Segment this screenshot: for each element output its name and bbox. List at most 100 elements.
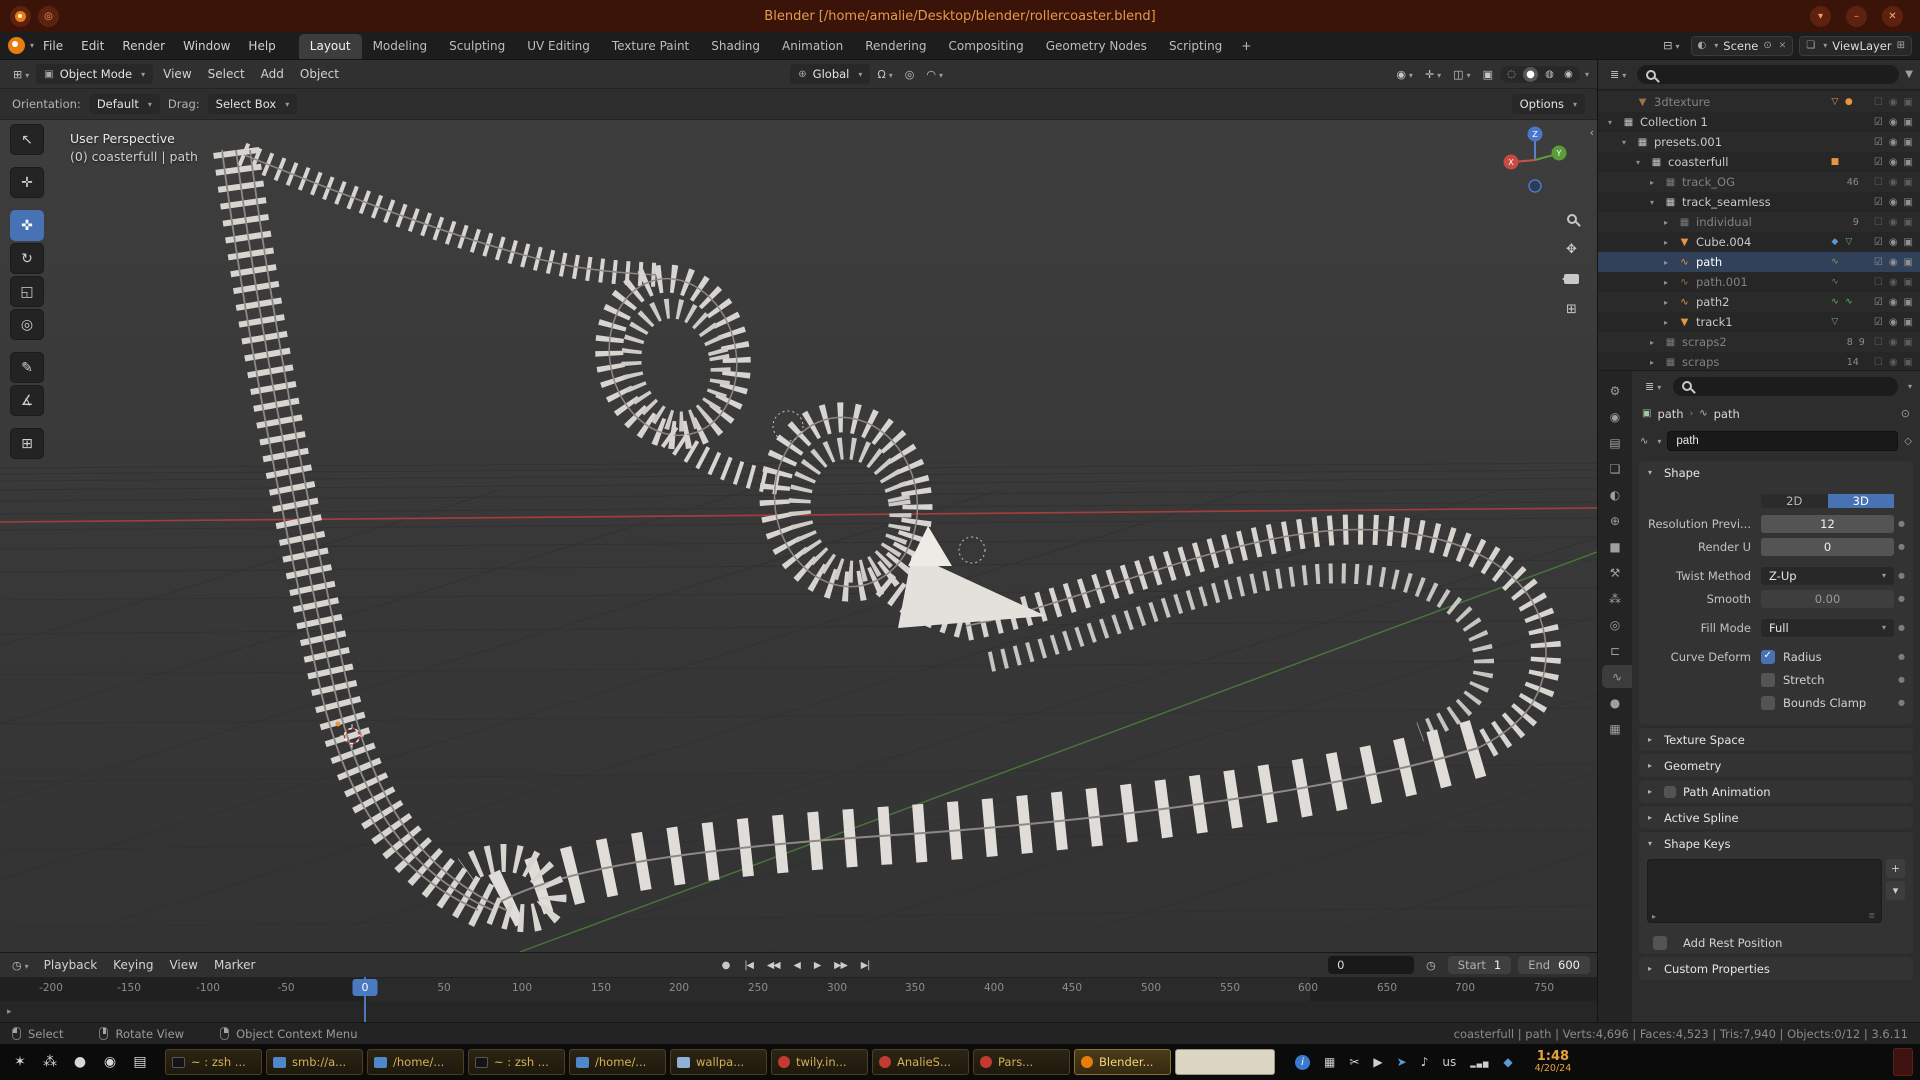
camera-toggle-icon[interactable] xyxy=(1904,237,1913,248)
checkbox-toggle-icon[interactable] xyxy=(1874,357,1883,368)
expand-arrow-icon[interactable]: ▸ xyxy=(1664,318,1677,327)
menu-keying[interactable]: Keying xyxy=(105,955,161,975)
tab-constraints[interactable]: ⊏ xyxy=(1598,639,1632,662)
tab-material[interactable]: ● xyxy=(1598,691,1632,714)
pin-icon[interactable]: ⊙ xyxy=(1763,40,1771,51)
expand-arrow-icon[interactable]: ▸ xyxy=(1664,298,1677,307)
expand-arrow-icon[interactable]: ▸ xyxy=(1650,358,1663,367)
fill-mode-dropdown[interactable]: Full▾ xyxy=(1761,619,1894,637)
end-frame-field[interactable]: End600 xyxy=(1518,956,1590,974)
mode-dropdown[interactable]: ▣ Object Mode▾ xyxy=(36,64,153,84)
tab-output[interactable]: ▤ xyxy=(1598,431,1632,454)
window-rollup-button[interactable]: ▾ xyxy=(1810,6,1831,27)
launcher-files[interactable]: ▤ xyxy=(127,1049,153,1075)
gizmos-icon[interactable]: ✛▾ xyxy=(1420,66,1446,83)
custom-properties-panel[interactable]: ▸ Custom Properties xyxy=(1639,957,1913,980)
menu-playback[interactable]: Playback xyxy=(36,955,106,975)
outliner-row-path[interactable]: ▸ path xyxy=(1598,252,1920,272)
outliner-row-path2[interactable]: ▸ path2 xyxy=(1598,292,1920,312)
menu-select[interactable]: Select xyxy=(200,64,253,84)
panel-texture-space[interactable]: ▸ Texture Space xyxy=(1639,728,1913,751)
twist-method-dropdown[interactable]: Z-Up▾ xyxy=(1761,567,1894,585)
outliner-row-presets-001[interactable]: ▾ presets.001 xyxy=(1598,132,1920,152)
tab-modifiers[interactable]: ⚒ xyxy=(1598,561,1632,584)
snap-magnet-icon[interactable]: Ω▾ xyxy=(872,66,897,83)
navigation-gizmo[interactable]: Z X Y xyxy=(1497,122,1573,198)
taskbar-window-wallpaper[interactable]: wallpa... xyxy=(670,1049,767,1075)
eye-toggle-icon[interactable] xyxy=(1889,137,1898,148)
camera-toggle-icon[interactable] xyxy=(1904,177,1913,188)
tool-measure[interactable]: ∡ xyxy=(10,385,44,416)
overlays-icon[interactable]: ◫▾ xyxy=(1448,66,1475,83)
animate-dot[interactable]: ● xyxy=(1894,519,1909,528)
menu-add[interactable]: Add xyxy=(253,64,292,84)
tab-uv-editing[interactable]: UV Editing xyxy=(516,34,601,59)
timeline-channel-strip[interactable]: ▸ xyxy=(0,1001,1597,1022)
breadcrumb-data[interactable]: path xyxy=(1714,407,1740,421)
list-filter-arrow-icon[interactable]: ▸ xyxy=(1652,912,1656,921)
drag-dropdown[interactable]: Select Box▾ xyxy=(208,94,298,114)
expand-arrow-icon[interactable]: ▾ xyxy=(1608,118,1621,127)
frame-ruler[interactable]: -200-150-100-500501001502002503003504004… xyxy=(0,977,1597,1001)
tool-annotate[interactable]: ✎ xyxy=(10,352,44,383)
outliner-row-scraps[interactable]: ▸ scraps 14 xyxy=(1598,352,1920,370)
blender-menu-logo-icon[interactable] xyxy=(8,37,25,54)
resolution-preview-field[interactable]: 12 xyxy=(1761,515,1894,533)
eye-toggle-icon[interactable] xyxy=(1889,337,1898,348)
tab-scene[interactable]: ◐ xyxy=(1598,483,1632,506)
expand-arrow-icon[interactable]: ▾ xyxy=(1650,198,1663,207)
outliner-row-collection-1[interactable]: ▾ Collection 1 xyxy=(1598,112,1920,132)
animate-dot[interactable]: ● xyxy=(1894,542,1909,551)
eye-toggle-icon[interactable] xyxy=(1889,317,1898,328)
2d-button[interactable]: 2D xyxy=(1761,494,1828,508)
checkbox-toggle-icon[interactable] xyxy=(1874,237,1883,248)
expand-arrow-icon[interactable]: ▸ xyxy=(1664,258,1677,267)
tray-screenshot[interactable]: ✂ xyxy=(1349,1055,1359,1069)
shape-keys-list[interactable]: ▸ ≣ xyxy=(1647,859,1882,923)
transform-orientation-dropdown[interactable]: ⊕ Global▾ xyxy=(790,64,870,84)
editor-type-icon[interactable]: ◷▾ xyxy=(7,957,34,974)
checkbox-toggle-icon[interactable] xyxy=(1874,297,1883,308)
window-close-button[interactable]: ✕ xyxy=(1882,6,1903,27)
eye-toggle-icon[interactable] xyxy=(1889,217,1898,228)
tab-render[interactable]: ◉ xyxy=(1598,405,1632,428)
eye-toggle-icon[interactable] xyxy=(1889,117,1898,128)
xray-toggle-icon[interactable]: ▣ xyxy=(1478,66,1498,83)
checkbox-toggle-icon[interactable] xyxy=(1874,277,1883,288)
camera-toggle-icon[interactable] xyxy=(1904,197,1913,208)
taskbar-window-home-2[interactable]: /home/... xyxy=(569,1049,666,1075)
rendered-shading-icon[interactable]: ◉ xyxy=(1561,67,1576,82)
properties-search[interactable] xyxy=(1673,377,1898,396)
panel-active-spline[interactable]: ▸ Active Spline xyxy=(1639,806,1913,829)
camera-toggle-icon[interactable] xyxy=(1904,117,1913,128)
taskbar-window-terminal-2[interactable]: ~ : zsh ... xyxy=(468,1049,565,1075)
options-dropdown[interactable]: Options▾ xyxy=(1512,94,1585,114)
solid-shading-icon[interactable]: ● xyxy=(1523,67,1538,82)
launcher-browser[interactable]: ◉ xyxy=(97,1049,123,1075)
tab-compositing[interactable]: Compositing xyxy=(937,34,1034,59)
shape-panel-header[interactable]: ▾ Shape xyxy=(1639,461,1913,484)
pin-icon[interactable]: ⊙ xyxy=(1901,407,1910,420)
falloff-icon[interactable]: ◠▾ xyxy=(921,66,948,83)
scene-selector[interactable]: ◐ ▾ Scene ⊙ ✕ xyxy=(1691,36,1794,56)
eye-toggle-icon[interactable] xyxy=(1889,97,1898,108)
jump-to-start-button[interactable]: |◀ xyxy=(738,958,759,973)
tray-network[interactable]: ▂▄▆ xyxy=(1470,1055,1489,1069)
tab-texture[interactable]: ▦ xyxy=(1598,717,1632,740)
window-menu-icon[interactable]: ◎ xyxy=(38,6,59,27)
empty-object-marker[interactable] xyxy=(959,537,985,563)
menu-window[interactable]: Window xyxy=(174,35,239,57)
datablock-name-input[interactable] xyxy=(1667,431,1898,451)
tray-vpn[interactable]: ◆ xyxy=(1503,1055,1512,1069)
tab-modeling[interactable]: Modeling xyxy=(362,34,439,59)
menu-marker[interactable]: Marker xyxy=(206,955,263,975)
expand-arrow-icon[interactable]: ▸ xyxy=(1664,238,1677,247)
start-frame-field[interactable]: Start1 xyxy=(1448,956,1511,974)
preview-range-icon[interactable]: ◷ xyxy=(1421,957,1441,974)
tray-telegram[interactable]: ➤ xyxy=(1397,1055,1407,1069)
camera-toggle-icon[interactable] xyxy=(1904,97,1913,108)
blender-app-icon[interactable] xyxy=(10,6,31,27)
tool-move[interactable]: ✜ xyxy=(10,210,44,241)
animate-dot[interactable]: ● xyxy=(1894,594,1909,603)
auto-keying-toggle[interactable]: ● xyxy=(722,960,731,971)
